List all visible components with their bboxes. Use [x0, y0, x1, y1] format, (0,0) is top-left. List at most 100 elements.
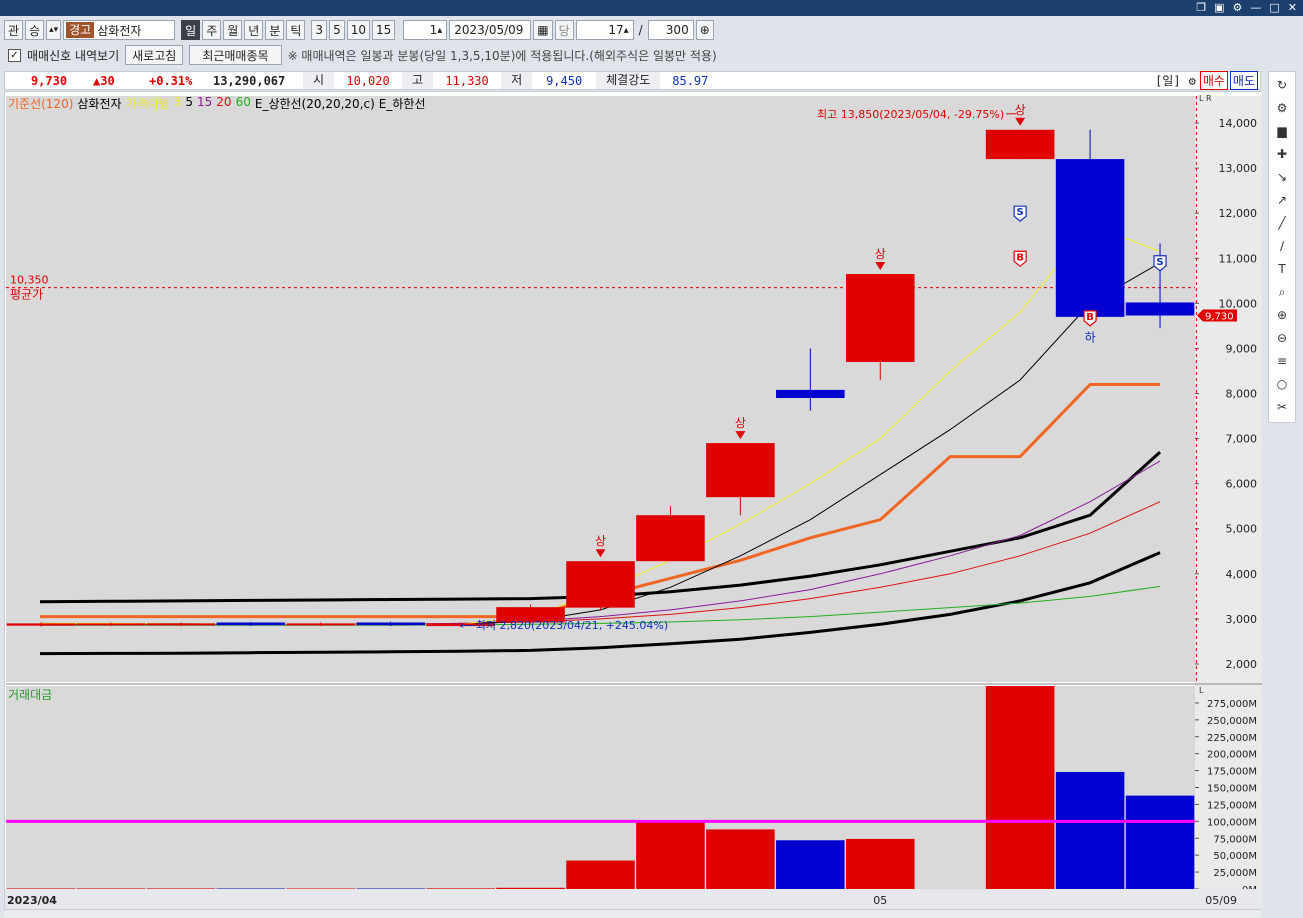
legend-base-line[interactable]: 기준선(120) — [8, 95, 73, 112]
count-separator: / — [638, 23, 643, 37]
trend-icon[interactable]: ↘ — [1272, 167, 1292, 187]
recent-trades-button[interactable]: 최근매매종목 — [189, 45, 282, 65]
line-icon[interactable]: ╱ — [1272, 213, 1292, 233]
pattern-icon[interactable]: ≡ — [1272, 351, 1292, 371]
legend-lower[interactable]: E_하한선 — [379, 95, 426, 112]
text-icon[interactable]: T — [1272, 259, 1292, 279]
buy-button[interactable]: 매수 — [1199, 71, 1228, 90]
gear-icon[interactable]: ⚙ — [1272, 98, 1292, 118]
legend-upper[interactable]: E_상한선(20,20,20,c) — [255, 95, 375, 112]
legend-ma-label[interactable]: 가격이평 — [126, 95, 170, 112]
volume-bar-8 — [566, 860, 635, 889]
zoom-in-icon[interactable]: ⊕ — [1272, 305, 1292, 325]
date-field[interactable]: 2023/05/09 — [449, 20, 532, 40]
x-label-start: 2023/04 — [7, 894, 57, 907]
gear-icon[interactable]: ⚙ — [1233, 0, 1243, 16]
cross-icon[interactable]: ✚ — [1272, 144, 1292, 164]
buy-signal-2-text: B — [1086, 312, 1094, 323]
legend-ma-60[interactable]: 60 — [236, 95, 251, 112]
chart-toolbar: 관 승 ▴▾ 경고 삼화전자 일 주 월 년 분 틱 3 5 10 15 1 ▴ … — [0, 18, 1290, 42]
count-input[interactable]: 17 ▴ — [575, 20, 634, 40]
price-tick-label-9: 11,000 — [1219, 252, 1258, 265]
close-icon[interactable]: ✕ — [1288, 0, 1297, 16]
period-year[interactable]: 년 — [244, 20, 264, 40]
zoom-icon[interactable]: ⊕ — [695, 20, 714, 40]
legend-ma-3[interactable]: 3 — [174, 95, 182, 112]
price-tick-label-11: 13,000 — [1219, 162, 1258, 175]
interval-5[interactable]: 5 — [329, 20, 345, 40]
interval-input[interactable]: 1 ▴ — [403, 20, 448, 40]
period-month[interactable]: 월 — [223, 20, 243, 40]
stock-selector[interactable]: 경고 삼화전자 — [63, 20, 176, 40]
watch-button[interactable]: 관 — [4, 20, 24, 40]
auto-line-icon[interactable]: ∕ — [1272, 236, 1292, 256]
restore-icon[interactable]: ❐ — [1196, 0, 1206, 16]
sell-signal-2-text: S — [1156, 257, 1163, 268]
legend-ma-20[interactable]: 20 — [216, 95, 231, 112]
settings-icon[interactable]: ⚙ — [1185, 74, 1200, 88]
period-tick[interactable]: 틱 — [286, 20, 306, 40]
minimize-icon[interactable]: — — [1250, 0, 1261, 16]
legend-ma-5[interactable]: 5 — [185, 95, 193, 112]
volume-bar-11 — [776, 840, 845, 889]
seung-button[interactable]: 승 — [25, 20, 45, 40]
magnifier-icon[interactable]: ○ — [1272, 374, 1292, 394]
volume-tick-label-2: 50,000M — [1213, 851, 1257, 862]
camera-icon[interactable]: ▣ — [1214, 0, 1224, 16]
legend-stock-name[interactable]: 삼화전자 — [77, 95, 121, 112]
zoom-out-icon[interactable]: ⊖ — [1272, 328, 1292, 348]
signal-checkbox[interactable]: ✓ — [8, 48, 21, 62]
interval-15[interactable]: 15 — [371, 20, 396, 40]
ray-icon[interactable]: ↗ — [1272, 190, 1292, 210]
high-label: 고 — [402, 72, 434, 89]
period-day[interactable]: 일 — [181, 20, 201, 40]
total-input[interactable]: 300 — [647, 20, 694, 40]
chart-area[interactable]: 2,000 3,000 4,000 5,000 6,000 7,000 8,000 9,000… — [4, 91, 1262, 910]
today-button[interactable]: 당 — [554, 20, 574, 40]
period-minute[interactable]: 분 — [265, 20, 285, 40]
volume-bar-14 — [985, 686, 1055, 889]
candle-body-16 — [1125, 302, 1195, 316]
title-bar: ❐ ▣ ⚙ — □ ✕ — [0, 0, 1303, 16]
x-label-mid: 05 — [873, 894, 887, 907]
panel-lr-icon: L R — [1199, 94, 1212, 103]
drawing-toolbar: ↻ ⚙ ▆ ✚ ↘ ↗ ╱ ∕ T ⌕ ⊕ ⊖ ≡ ○ ✂ — [1268, 71, 1296, 423]
notice-text: ※ 매매내역은 일봉과 분봉(당일 1,3,5,10분)에 적용됩니다.(해외주… — [287, 48, 717, 63]
eraser-icon[interactable]: ✂ — [1272, 397, 1292, 417]
average-price-label: 평균가 — [10, 288, 43, 302]
price-tick-label-4: 6,000 — [1226, 478, 1258, 491]
x-label-end: 05/09 — [1205, 894, 1237, 907]
legend-ma-15[interactable]: 15 — [197, 95, 212, 112]
volume-tick-label-1: 25,000M — [1213, 868, 1257, 879]
high-annotation: 최고 13,850(2023/05/04, -29.75%) — [817, 108, 1004, 121]
spin-icon: ▴ — [623, 24, 629, 36]
chart-scrollbar[interactable] — [4, 909, 1261, 918]
indicator-icon[interactable]: ▆ — [1272, 121, 1292, 141]
limit-up-label-14: 상 — [1015, 103, 1026, 117]
price-legend: 기준선(120) 삼화전자 가격이평 3 5 15 20 60 E_상한선(20… — [8, 95, 425, 112]
period-week[interactable]: 주 — [202, 20, 222, 40]
volume-bar-16 — [1125, 795, 1195, 889]
candle-body-1 — [76, 623, 146, 626]
interval-10[interactable]: 10 — [346, 20, 370, 40]
volume-tick-label-9: 225,000M — [1207, 733, 1257, 744]
buy-signal-1-text: B — [1016, 252, 1024, 263]
candle-body-2 — [146, 623, 216, 626]
refresh-button[interactable]: 새로고침 — [125, 45, 184, 65]
calendar-icon[interactable]: ▦ — [533, 20, 553, 40]
limit-down-label: 하 — [1085, 331, 1096, 345]
maximize-icon[interactable]: □ — [1269, 0, 1279, 16]
sync-icon[interactable]: ↻ — [1272, 75, 1292, 95]
price-tick-label-8: 10,000 — [1219, 297, 1258, 310]
candle-body-11 — [776, 389, 845, 399]
spin-stepper[interactable]: ▴▾ — [46, 20, 62, 40]
chart-svg[interactable]: 2,000 3,000 4,000 5,000 6,000 7,000 8,000 9,000… — [5, 92, 1262, 910]
interval-3[interactable]: 3 — [311, 20, 328, 40]
candle-body-12 — [845, 274, 915, 362]
search-icon[interactable]: ⌕ — [1272, 282, 1292, 302]
low-label: 저 — [501, 72, 533, 89]
price-tick-label-2: 4,000 — [1226, 568, 1258, 581]
volume-legend[interactable]: 거래대금 — [8, 686, 52, 703]
sell-button[interactable]: 매도 — [1229, 71, 1258, 90]
volume-tick-label-11: 275,000M — [1207, 699, 1257, 710]
